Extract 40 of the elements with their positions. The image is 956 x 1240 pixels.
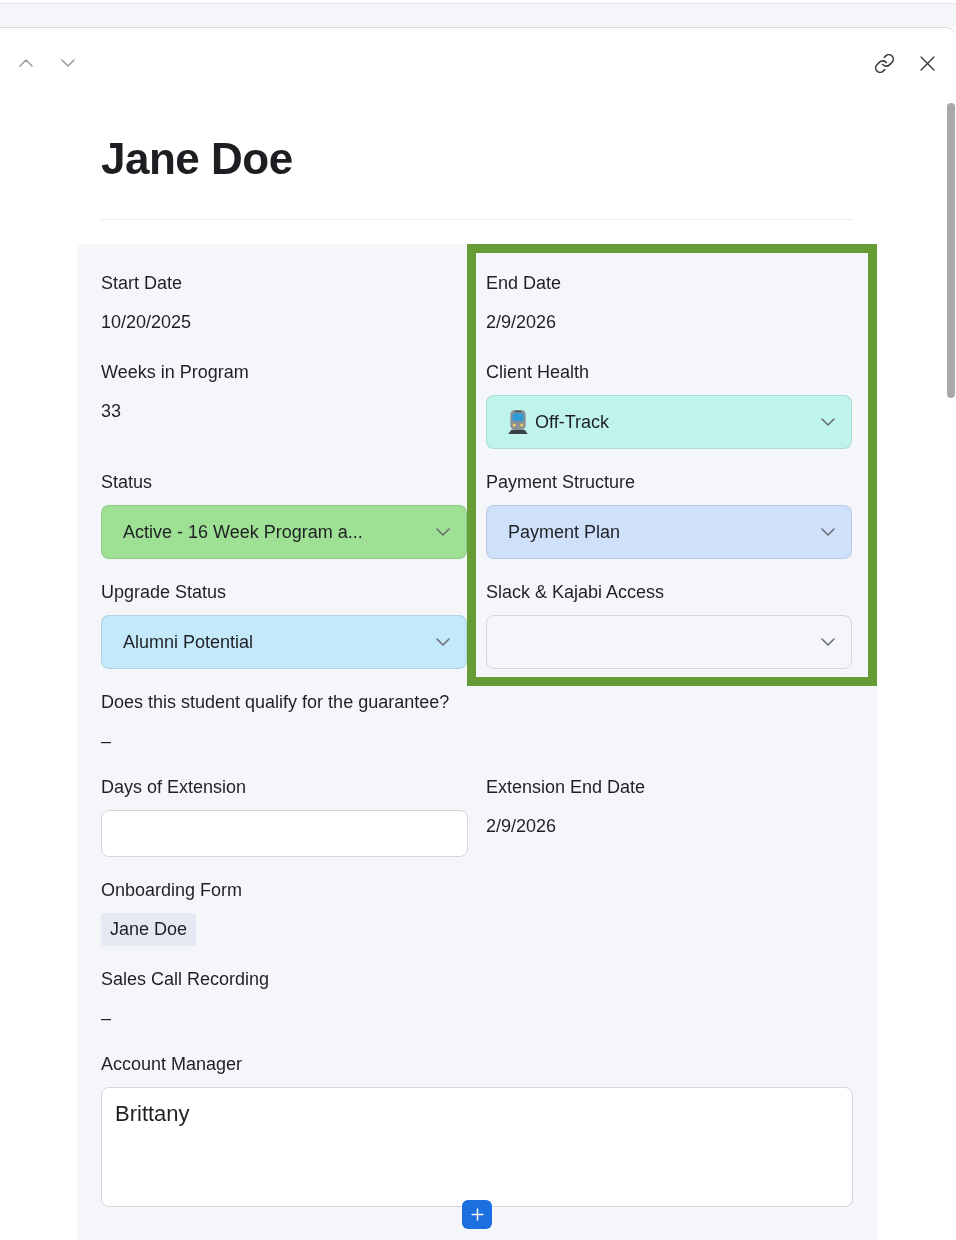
- text-area[interactable]: Brittany: [101, 1087, 853, 1207]
- field-label: Status: [101, 471, 153, 494]
- dropdown-select[interactable]: Off-Track: [486, 395, 852, 449]
- dropdown-select[interactable]: Payment Plan: [486, 505, 852, 559]
- plus-icon: [470, 1208, 484, 1221]
- field-value: 33: [101, 400, 122, 423]
- chevron-down-icon[interactable]: [61, 59, 75, 67]
- chevron-up-icon[interactable]: [19, 59, 33, 67]
- dropdown-select[interactable]: Alumni Potential: [101, 615, 467, 669]
- field-label: Upgrade Status: [101, 581, 227, 604]
- field-label: Client Health: [486, 361, 590, 384]
- field-label: Slack & Kajabi Access: [486, 581, 665, 604]
- scrollbar-thumb[interactable]: [947, 103, 955, 398]
- field-value: –: [101, 730, 111, 753]
- field-label: Extension End Date: [486, 776, 646, 799]
- text-input[interactable]: [101, 810, 468, 857]
- chevron-down-icon: [821, 638, 835, 646]
- record-chip[interactable]: Jane Doe: [101, 913, 197, 946]
- field-label: Days of Extension: [101, 776, 247, 799]
- link-icon[interactable]: [875, 53, 894, 73]
- chevron-down-icon: [821, 528, 835, 536]
- field-value: –: [101, 1007, 111, 1030]
- field-value: 2/9/2026: [486, 311, 557, 334]
- close-icon[interactable]: [920, 55, 935, 71]
- chevron-down-icon: [821, 418, 835, 426]
- field-label: Account Manager: [101, 1053, 243, 1076]
- field-label: Sales Call Recording: [101, 968, 270, 991]
- field-value: 2/9/2026: [486, 815, 557, 838]
- field-label: End Date: [486, 272, 562, 295]
- field-label: Payment Structure: [486, 471, 636, 494]
- add-button[interactable]: [462, 1200, 492, 1229]
- dropdown-select[interactable]: Active - 16 Week Program a...: [101, 505, 467, 559]
- chevron-down-icon: [436, 638, 450, 646]
- chevron-down-icon: [436, 528, 450, 536]
- field-label: Start Date: [101, 272, 183, 295]
- field-value: 10/20/2025: [101, 311, 192, 334]
- field-label: Weeks in Program: [101, 361, 249, 384]
- field-label: Onboarding Form: [101, 879, 243, 902]
- field-label: Does this student qualify for the guarantee?: [101, 691, 450, 714]
- record-title: Jane Doe: [101, 133, 293, 185]
